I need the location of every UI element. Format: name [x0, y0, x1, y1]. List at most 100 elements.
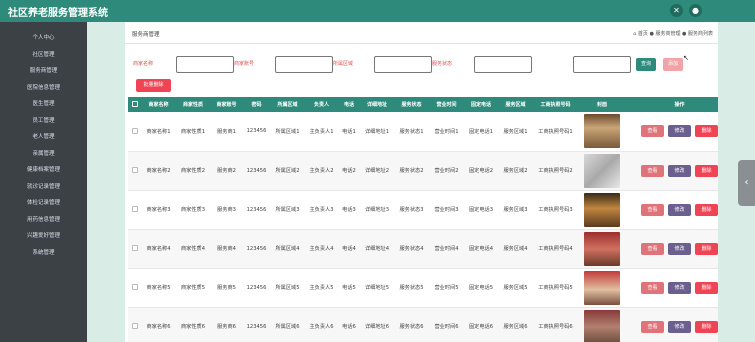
table-cell: 服务区域5: [498, 268, 533, 308]
column-header: 封面: [578, 97, 626, 112]
row-checkbox[interactable]: [131, 167, 138, 174]
view-button[interactable]: 查看: [641, 125, 664, 138]
table-cell: 商家名称4: [141, 229, 176, 269]
table-cell: 商家性质4: [176, 229, 210, 269]
cover-image: [584, 192, 620, 227]
name-input[interactable]: [176, 56, 234, 73]
table-cell: 商家名称5: [141, 268, 176, 308]
sidebar-item[interactable]: 用药信息管理: [0, 212, 87, 229]
add-button[interactable]: 添加: [663, 58, 683, 71]
view-button[interactable]: 查看: [641, 242, 664, 255]
table-row: 商家名称4 商家性质4 服务商4 123456 所属区域4 主负责人4 电话4 详细地址4 服务…: [128, 229, 718, 269]
table-cell: 营业时间2: [429, 151, 464, 191]
sidebar-item[interactable]: 服务商管理: [0, 63, 87, 80]
table-cell: 123456: [243, 268, 270, 308]
actions-cell: 查看 修改 删除: [626, 112, 718, 152]
status-label: 服务状态: [432, 61, 453, 67]
sidebar-item[interactable]: 兴趣爱好管理: [0, 228, 87, 245]
table-cell: 工商执照号码4: [533, 229, 578, 269]
edit-button[interactable]: 修改: [668, 242, 691, 255]
row-checkbox[interactable]: [131, 323, 138, 330]
batch-delete-button[interactable]: 批量删除: [136, 79, 171, 92]
view-button[interactable]: 查看: [641, 164, 664, 177]
actions-cell: 查看 修改 删除: [626, 229, 718, 269]
actions-cell: 查看 修改 删除: [626, 307, 718, 342]
sidebar-item[interactable]: 就诊记录管理: [0, 179, 87, 196]
table-cell: 服务状态5: [394, 268, 429, 308]
table-cell: 主负责人5: [305, 268, 338, 308]
row-checkbox[interactable]: [131, 206, 138, 213]
table-cell: 123456: [243, 151, 270, 191]
row-checkbox-cell[interactable]: [128, 151, 141, 191]
column-header: 营业时间: [429, 97, 464, 112]
edit-button[interactable]: 修改: [668, 125, 691, 138]
delete-button[interactable]: 删除: [695, 164, 718, 177]
table-cell: 服务区域2: [498, 151, 533, 191]
table-cell: 123456: [243, 229, 270, 269]
row-checkbox-cell[interactable]: [128, 229, 141, 269]
view-button[interactable]: 查看: [641, 203, 664, 216]
delete-button[interactable]: 删除: [695, 203, 718, 216]
edit-button[interactable]: 修改: [668, 164, 691, 177]
region-input[interactable]: [374, 56, 432, 73]
delete-button[interactable]: 删除: [695, 125, 718, 138]
status-input[interactable]: [474, 56, 532, 73]
table-cell: 服务商2: [210, 151, 243, 191]
account-label: 商家账号: [234, 61, 255, 67]
table-cell: 服务商3: [210, 190, 243, 230]
sidebar-item[interactable]: 健康档案管理: [0, 162, 87, 179]
sidebar: 个人中心 社区管理 服务商管理 医院信息管理 医生管理 员工管理 老人管理 亲属管理 健康档案管…: [0, 22, 87, 342]
sidebar-item[interactable]: 亲属管理: [0, 146, 87, 163]
sidebar-item[interactable]: 系统管理: [0, 245, 87, 262]
row-checkbox-cell[interactable]: [128, 307, 141, 342]
table-cell: 固定电话4: [464, 229, 498, 269]
view-button[interactable]: 查看: [641, 320, 664, 333]
edit-button[interactable]: 修改: [668, 320, 691, 333]
breadcrumb-path[interactable]: ⌂ 首页 ● 服务商管理 ● 服务商列表: [633, 30, 713, 37]
sidebar-item[interactable]: 个人中心: [0, 30, 87, 47]
view-button[interactable]: 查看: [641, 281, 664, 294]
table-header-row: 商家名称 商家性质 商家账号 密码 所属区域 负责人 电话 详细地址 服务状态 营业时间 固定电话服…: [128, 97, 718, 112]
edit-button[interactable]: 修改: [668, 203, 691, 216]
search-button[interactable]: 查询: [636, 58, 656, 71]
table-cell: 商家性质6: [176, 307, 210, 342]
table-cell: 主负责人1: [305, 112, 338, 152]
user-icon[interactable]: ●: [689, 4, 702, 17]
column-header: 商家性质: [176, 97, 210, 112]
settings-icon[interactable]: ✕: [670, 4, 683, 17]
row-checkbox[interactable]: [131, 284, 138, 291]
column-header: 商家名称: [141, 97, 176, 112]
select-all-checkbox[interactable]: [128, 97, 141, 112]
delete-button[interactable]: 删除: [695, 281, 718, 294]
table-cell: 电话1: [338, 112, 360, 152]
sidebar-item[interactable]: 体检记录管理: [0, 195, 87, 212]
row-checkbox[interactable]: [131, 245, 138, 252]
extra-filter-input[interactable]: [573, 56, 631, 73]
delete-button[interactable]: 删除: [695, 320, 718, 333]
cover-cell: [578, 268, 626, 308]
table-cell: 固定电话5: [464, 268, 498, 308]
account-input[interactable]: [275, 56, 333, 73]
sidebar-item[interactable]: 医院信息管理: [0, 80, 87, 97]
row-checkbox-cell[interactable]: [128, 190, 141, 230]
delete-button[interactable]: 删除: [695, 242, 718, 255]
region-label: 所属区域: [333, 61, 354, 67]
table-cell: 详细地址5: [360, 268, 394, 308]
table-cell: 服务状态2: [394, 151, 429, 191]
column-header: 电话: [338, 97, 360, 112]
table-cell: 主负责人4: [305, 229, 338, 269]
table-row: 商家名称1 商家性质1 服务商1 123456 所属区域1 主负责人1 电话1 详细地址1 服务…: [128, 112, 718, 152]
table-cell: 服务商1: [210, 112, 243, 152]
chevron-left-icon[interactable]: ‹: [738, 160, 755, 206]
edit-button[interactable]: 修改: [668, 281, 691, 294]
sidebar-item[interactable]: 老人管理: [0, 129, 87, 146]
row-checkbox-cell[interactable]: [128, 112, 141, 152]
column-header: 工商执照号码: [533, 97, 578, 112]
cover-cell: [578, 307, 626, 342]
checkbox[interactable]: [131, 101, 138, 108]
sidebar-item[interactable]: 医生管理: [0, 96, 87, 113]
sidebar-item[interactable]: 员工管理: [0, 113, 87, 130]
sidebar-item[interactable]: 社区管理: [0, 47, 87, 64]
row-checkbox[interactable]: [131, 128, 138, 134]
row-checkbox-cell[interactable]: [128, 268, 141, 308]
